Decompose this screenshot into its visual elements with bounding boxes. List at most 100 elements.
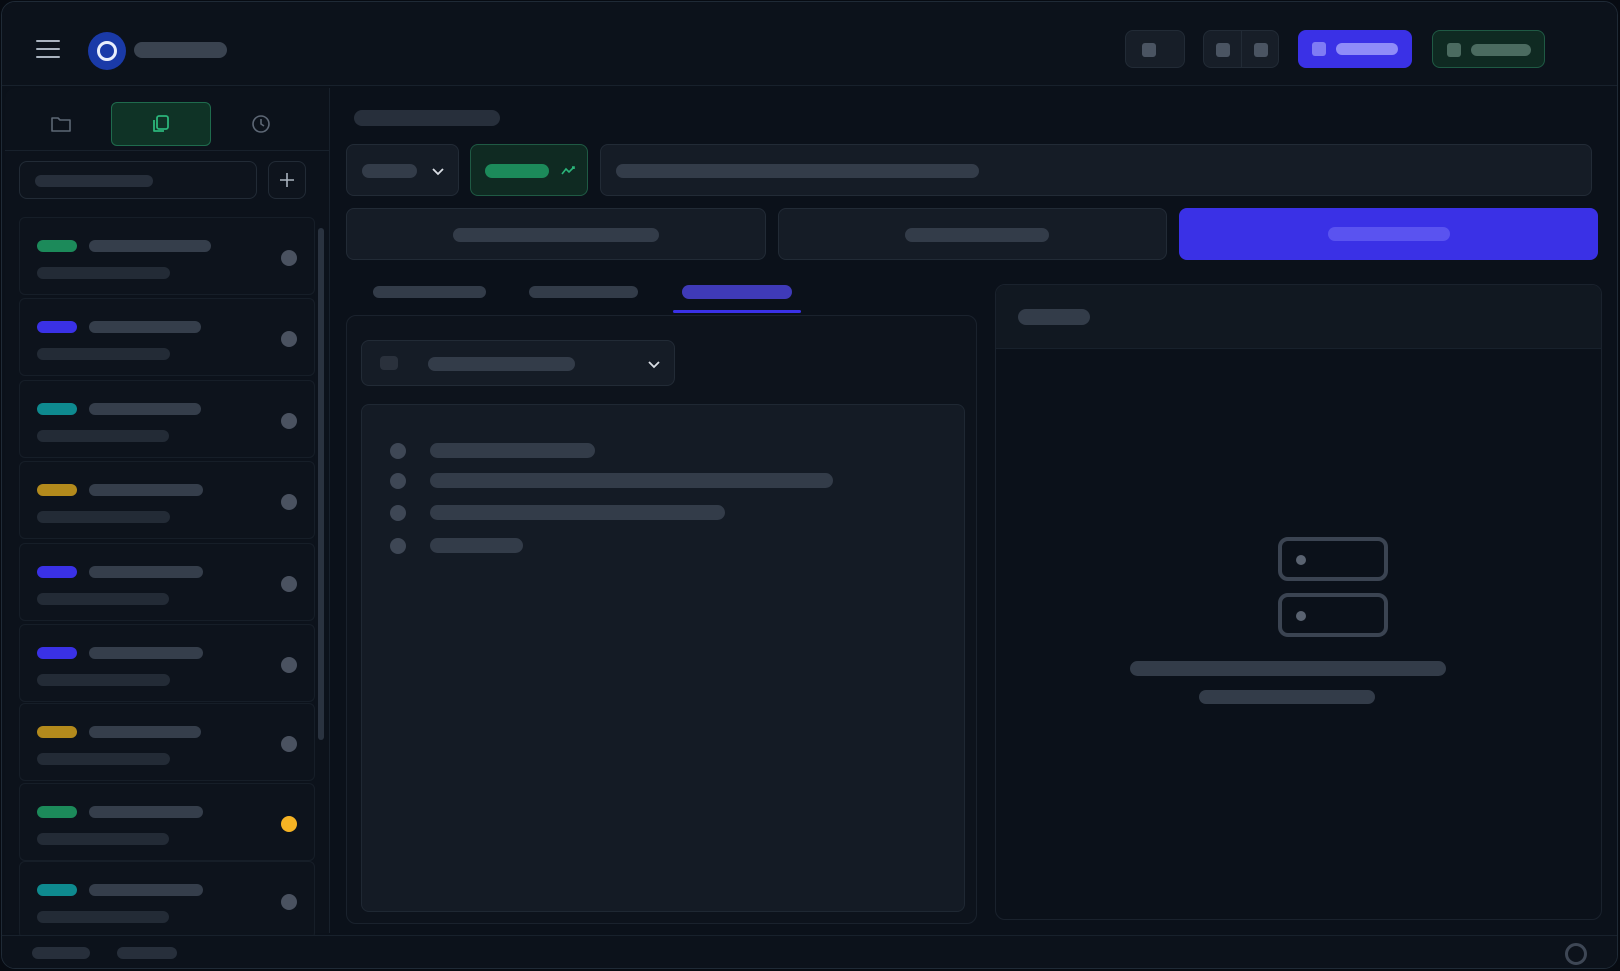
list-item-title-placeholder bbox=[89, 647, 203, 659]
list-item-title-placeholder bbox=[89, 240, 211, 252]
editor-card bbox=[346, 315, 977, 924]
run-button-label-placeholder bbox=[1328, 227, 1450, 241]
status-item-placeholder bbox=[32, 947, 90, 959]
output-line-placeholder bbox=[430, 505, 725, 520]
run-button[interactable] bbox=[1179, 208, 1598, 260]
tab-one[interactable] bbox=[373, 286, 486, 298]
list-item-subtitle-placeholder bbox=[37, 593, 169, 605]
query-input-placeholder bbox=[616, 164, 979, 178]
sync-status-icon[interactable] bbox=[1565, 943, 1587, 965]
server-stack-icon bbox=[1278, 593, 1388, 637]
list-item[interactable] bbox=[19, 217, 315, 295]
trend-up-icon bbox=[561, 166, 575, 175]
list-item-subtitle-placeholder bbox=[37, 348, 170, 360]
sidebar-tabs-divider bbox=[5, 150, 329, 151]
list-item-status-dot bbox=[281, 494, 297, 510]
list-item[interactable] bbox=[19, 703, 315, 781]
sidebar-search-input[interactable] bbox=[19, 161, 257, 199]
type-dropdown-value-placeholder bbox=[362, 164, 417, 178]
secondary-action-icon bbox=[1447, 43, 1461, 57]
list-item-tag bbox=[37, 726, 77, 738]
chevron-down-icon bbox=[648, 361, 660, 369]
list-item[interactable] bbox=[19, 380, 315, 458]
list-item-status-dot bbox=[281, 657, 297, 673]
list-item-tag bbox=[37, 403, 77, 415]
toolbar-button-icon bbox=[1142, 43, 1156, 57]
list-item[interactable] bbox=[19, 783, 315, 861]
history-icon bbox=[252, 115, 270, 133]
secondary-action-button[interactable] bbox=[1432, 30, 1545, 68]
list-item-tag bbox=[37, 240, 77, 252]
source-select[interactable] bbox=[361, 340, 675, 386]
status-chip-label-placeholder bbox=[485, 164, 549, 178]
app-window bbox=[1, 1, 1618, 969]
tab-two[interactable] bbox=[529, 286, 638, 298]
app-logo-icon bbox=[88, 32, 126, 70]
action-button-one[interactable] bbox=[346, 208, 766, 260]
output-panel bbox=[361, 404, 965, 912]
list-item[interactable] bbox=[19, 624, 315, 702]
add-item-button[interactable] bbox=[268, 161, 306, 199]
source-select-value-placeholder bbox=[428, 357, 575, 371]
list-item-title-placeholder bbox=[89, 403, 201, 415]
action-button-one-label-placeholder bbox=[453, 228, 659, 242]
primary-action-button[interactable] bbox=[1298, 30, 1412, 68]
plus-icon bbox=[280, 173, 294, 187]
sidebar-tab-copies[interactable] bbox=[111, 102, 211, 146]
toolbar-group-right-icon[interactable] bbox=[1254, 43, 1268, 57]
status-item-placeholder bbox=[117, 947, 177, 959]
output-line-placeholder bbox=[430, 538, 523, 553]
empty-state-subtitle-placeholder bbox=[1199, 690, 1375, 704]
details-card bbox=[995, 284, 1602, 920]
empty-state-title-placeholder bbox=[1130, 661, 1446, 676]
list-item[interactable] bbox=[19, 298, 315, 376]
sidebar-tab-history[interactable] bbox=[211, 102, 311, 146]
query-input[interactable] bbox=[600, 144, 1592, 196]
list-item-subtitle-placeholder bbox=[37, 753, 170, 765]
list-item-status-dot bbox=[281, 576, 297, 592]
toolbar-button[interactable] bbox=[1125, 30, 1185, 68]
server-stack-icon bbox=[1278, 537, 1388, 581]
list-item[interactable] bbox=[19, 461, 315, 539]
toolbar-group-left-icon[interactable] bbox=[1216, 43, 1230, 57]
list-item-subtitle-placeholder bbox=[37, 833, 169, 845]
list-item-status-dot bbox=[281, 413, 297, 429]
action-button-two[interactable] bbox=[778, 208, 1167, 260]
sidebar-tab-folders[interactable] bbox=[11, 102, 111, 146]
tab-three-active[interactable] bbox=[682, 285, 792, 299]
bullet-icon bbox=[390, 505, 406, 521]
output-line-placeholder bbox=[430, 473, 833, 488]
list-item-tag bbox=[37, 484, 77, 496]
list-item-title-placeholder bbox=[89, 484, 203, 496]
hamburger-menu-icon[interactable] bbox=[36, 40, 60, 60]
bullet-icon bbox=[390, 538, 406, 554]
list-item-tag bbox=[37, 647, 77, 659]
app-title-placeholder bbox=[134, 42, 227, 58]
list-item-status-dot bbox=[281, 894, 297, 910]
status-chip[interactable] bbox=[470, 144, 588, 196]
list-item-title-placeholder bbox=[89, 566, 203, 578]
toolbar-button-group bbox=[1203, 30, 1279, 68]
type-dropdown[interactable] bbox=[346, 144, 459, 196]
list-item-subtitle-placeholder bbox=[37, 674, 170, 686]
list-item[interactable] bbox=[19, 861, 315, 939]
title-bar bbox=[2, 2, 1617, 86]
list-item-tag bbox=[37, 884, 77, 896]
list-item[interactable] bbox=[19, 543, 315, 621]
list-item-subtitle-placeholder bbox=[37, 267, 170, 279]
list-item-tag bbox=[37, 566, 77, 578]
list-item-subtitle-placeholder bbox=[37, 511, 170, 523]
bullet-icon bbox=[390, 473, 406, 489]
list-item-status-dot bbox=[281, 816, 297, 832]
action-button-two-label-placeholder bbox=[905, 228, 1049, 242]
details-card-title-placeholder bbox=[1018, 309, 1090, 325]
details-card-header bbox=[996, 285, 1601, 349]
output-line-placeholder bbox=[430, 443, 595, 458]
list-item-subtitle-placeholder bbox=[37, 430, 169, 442]
sidebar-scrollbar[interactable] bbox=[318, 228, 324, 740]
search-placeholder-bar bbox=[35, 175, 153, 187]
main-content bbox=[332, 88, 1617, 933]
primary-action-icon bbox=[1312, 42, 1326, 56]
list-item-title-placeholder bbox=[89, 726, 201, 738]
list-item-status-dot bbox=[281, 331, 297, 347]
